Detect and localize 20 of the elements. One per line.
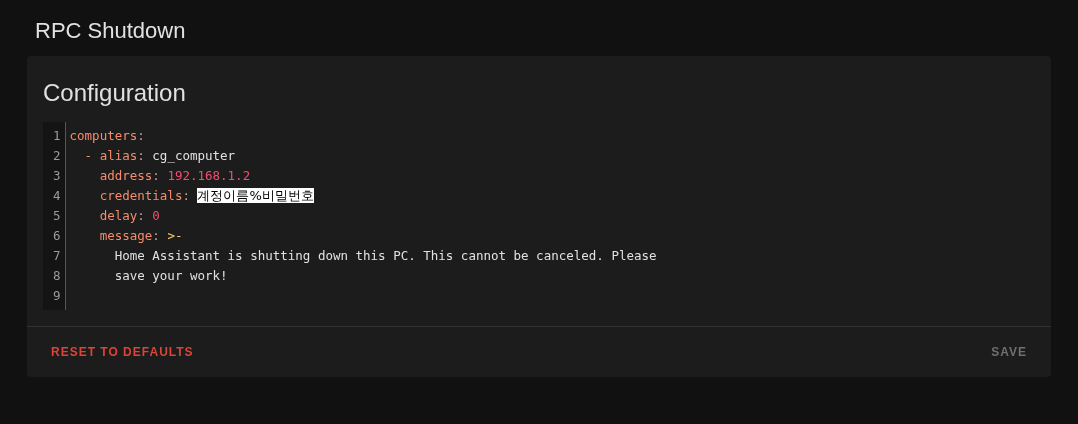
code-line: - alias: cg_computer xyxy=(83,148,236,163)
line-number: 8 xyxy=(53,267,61,285)
code-line: delay: 0 xyxy=(98,208,160,223)
page-title: RPC Shutdown xyxy=(35,18,187,44)
code-line: address: 192.168.1.2 xyxy=(98,168,251,183)
card-title: Configuration xyxy=(42,78,187,108)
line-number: 5 xyxy=(53,207,61,225)
code-line: save your work! xyxy=(113,268,228,283)
line-number: 9 xyxy=(53,287,61,305)
line-number: 1 xyxy=(53,127,61,145)
line-number: 6 xyxy=(53,227,61,245)
line-number: 2 xyxy=(53,147,61,165)
reset-button[interactable]: RESET TO DEFAULTS xyxy=(43,337,202,367)
line-number: 3 xyxy=(53,167,61,185)
code-line: Home Assistant is shutting down this PC. This cannot be canceled. Please xyxy=(113,248,657,263)
line-number: 7 xyxy=(53,247,61,265)
line-number: 4 xyxy=(53,187,61,205)
code-line: message: >- xyxy=(98,228,183,243)
code-line: computers: xyxy=(69,128,145,143)
code-line: credentials: 계정이름%비밀번호 xyxy=(98,188,314,203)
